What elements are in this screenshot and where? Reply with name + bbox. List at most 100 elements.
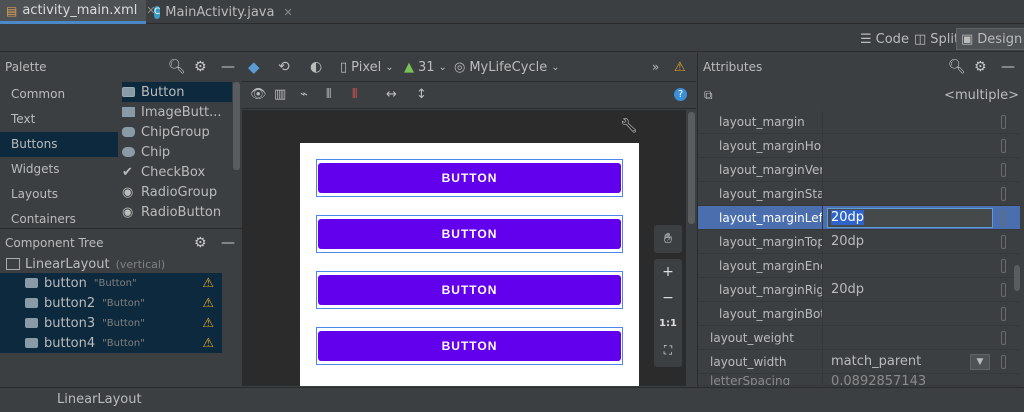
night-mode-icon[interactable]: ◐ — [310, 59, 322, 75]
palette-item-radiogroup[interactable]: ◉ RadioGroup — [122, 182, 232, 202]
palette-scrollbar[interactable] — [233, 82, 240, 170]
palette-item-chip[interactable]: Chip — [122, 142, 232, 162]
zoom-actual-size-button[interactable]: 1:1 — [654, 311, 682, 337]
minimize-icon[interactable]: — — [221, 235, 235, 251]
palette-category-common[interactable]: Common — [0, 82, 118, 107]
palette-category-containers[interactable]: Containers — [0, 207, 118, 227]
zoom-fit-icon[interactable]: ⛶ — [654, 337, 682, 363]
palette-category-layouts[interactable]: Layouts — [0, 182, 118, 207]
theme-dropdown[interactable]: ◎ MyLifeCycle ⌄ — [454, 60, 560, 75]
attr-row[interactable]: layout_marginStart — [698, 182, 1020, 206]
palette-item-chipgroup[interactable]: ChipGroup — [122, 122, 232, 142]
search-icon[interactable]: 🔍︎ — [168, 59, 186, 75]
minimize-icon[interactable]: — — [1001, 59, 1015, 75]
palette-item-checkbox[interactable]: ✔ CheckBox — [122, 162, 232, 182]
pin-icon[interactable] — [1001, 258, 1006, 273]
pan-tool-button[interactable]: ✋︎ — [654, 225, 682, 253]
autoconnect-off-icon[interactable]: ⌁ — [300, 87, 308, 102]
overflow-icon[interactable]: » — [652, 60, 659, 74]
horizontal-guideline-icon[interactable]: ↔ — [386, 87, 397, 102]
gear-icon[interactable]: ⚙ — [194, 235, 207, 251]
button-bounds[interactable]: BUTTON — [316, 215, 623, 253]
gear-icon[interactable]: ⚙ — [194, 59, 207, 75]
attr-row[interactable]: layout_marginBott... — [698, 302, 1020, 326]
wrench-icon[interactable]: 🔧︎ — [620, 118, 638, 134]
pin-icon[interactable] — [1001, 234, 1006, 249]
tree-row-button[interactable]: button "Button" ⚠ — [0, 273, 222, 293]
tree-row-button2[interactable]: button2 "Button" ⚠ — [0, 293, 222, 313]
pin-icon[interactable] — [1001, 282, 1006, 297]
preview-button-1[interactable]: BUTTON — [318, 163, 621, 193]
palette-category-widgets[interactable]: Widgets — [0, 157, 118, 182]
orientation-icon[interactable]: ⟲ — [278, 59, 290, 75]
attr-row[interactable]: letterSpacing 0.0892857143 — [698, 374, 1020, 386]
phone-preview[interactable]: BUTTON BUTTON BUTTON BUTTON — [300, 143, 639, 386]
help-icon[interactable]: ? — [674, 88, 687, 101]
palette-category-buttons[interactable]: Buttons — [0, 132, 118, 157]
attr-value-input[interactable]: 20dp — [827, 207, 993, 228]
pin-icon[interactable] — [1001, 114, 1006, 129]
preview-button-3[interactable]: BUTTON — [318, 275, 621, 305]
warning-icon[interactable]: ⚠ — [202, 316, 214, 331]
tree-row-button4[interactable]: button4 "Button" ⚠ — [0, 333, 222, 353]
eye-icon[interactable]: 👁︎ — [250, 87, 267, 102]
pin-icon[interactable] — [1001, 330, 1006, 345]
attr-row[interactable]: layout_marginTop 20dp — [698, 230, 1020, 254]
attr-value[interactable]: match_parent — [823, 354, 921, 369]
attributes-scrollbar[interactable] — [1014, 265, 1020, 291]
warning-icon[interactable]: ⚠ — [202, 296, 214, 311]
palette-item-imagebutton[interactable]: ImageButt... — [122, 102, 232, 122]
attr-row[interactable]: layout_marginRight20dp — [698, 278, 1020, 302]
palette-item-button[interactable]: Button — [122, 82, 232, 102]
close-icon[interactable]: ✕ — [283, 6, 292, 19]
attr-row-selected[interactable]: layout_marginLeft 20dp — [698, 206, 1020, 230]
preview-button-2[interactable]: BUTTON — [318, 219, 621, 249]
palette-category-text[interactable]: Text — [0, 107, 118, 132]
pin-icon[interactable] — [1001, 306, 1006, 321]
button-bounds[interactable]: BUTTON — [316, 159, 623, 197]
pin-icon[interactable] — [1001, 354, 1006, 369]
zoom-out-icon[interactable]: − — [654, 285, 682, 311]
canvas-scrollbar[interactable] — [687, 110, 696, 386]
attr-row[interactable]: layout_weight — [698, 326, 1020, 350]
default-margins-icon[interactable]: ⫴ — [326, 87, 331, 102]
clear-constraints-icon[interactable]: ⫴ — [352, 87, 357, 102]
search-icon[interactable]: 🔍︎ — [948, 59, 966, 75]
vertical-guideline-icon[interactable]: ↕ — [416, 87, 427, 102]
api-dropdown[interactable]: ▲ 31 ⌄ — [404, 60, 447, 75]
attr-row[interactable]: layout_marginEnd — [698, 254, 1020, 278]
warning-icon[interactable]: ⚠ — [202, 336, 214, 351]
gear-icon[interactable]: ⚙ — [974, 59, 987, 75]
warning-icon[interactable]: ⚠ — [674, 60, 686, 75]
minimize-icon[interactable]: — — [221, 59, 235, 75]
attr-value[interactable]: 0.0892857143 — [823, 374, 926, 385]
pin-icon[interactable] — [1001, 138, 1006, 153]
tab-main-activity[interactable]: C MainActivity.java ✕ — [148, 0, 294, 24]
warning-icon[interactable]: ⚠ — [202, 276, 214, 291]
attr-row[interactable]: layout_marginVert... — [698, 158, 1020, 182]
tree-row-button3[interactable]: button3 "Button" ⚠ — [0, 313, 222, 333]
pin-icon[interactable] — [1001, 162, 1006, 177]
design-view-button[interactable]: ▣ Design — [956, 28, 1024, 50]
tree-row-linearlayout[interactable]: LinearLayout (vertical) — [0, 254, 222, 274]
attr-value[interactable]: 20dp — [823, 282, 864, 297]
button-bounds[interactable]: BUTTON — [316, 327, 623, 365]
palette-item-radiobutton[interactable]: ◉ RadioButton — [122, 203, 232, 221]
attr-row[interactable]: layout_marginHori... — [698, 134, 1020, 158]
preview-button-4[interactable]: BUTTON — [318, 331, 621, 361]
attr-row[interactable]: layout_margin — [698, 110, 1020, 134]
layers-icon[interactable]: ◆ — [248, 58, 260, 76]
pin-icon[interactable] — [1001, 186, 1006, 201]
scrollbar-thumb[interactable] — [688, 112, 695, 224]
zoom-in-icon[interactable]: + — [654, 259, 682, 285]
attr-row[interactable]: layout_width match_parent ▼ — [698, 350, 1020, 374]
code-view-button[interactable]: ☰ Code — [856, 28, 913, 50]
button-bounds[interactable]: BUTTON — [316, 271, 623, 309]
device-dropdown[interactable]: ▯ Pixel ⌄ — [340, 60, 394, 75]
attr-value[interactable]: 20dp — [823, 234, 864, 249]
pin-icon[interactable] — [1001, 210, 1006, 225]
chevron-down-icon[interactable]: ▼ — [970, 353, 990, 370]
breadcrumb[interactable]: LinearLayout — [57, 392, 142, 407]
tab-activity-main[interactable]: ▤ activity_main.xml ✕ — [0, 0, 156, 24]
blueprint-icon[interactable]: ▥ — [274, 87, 286, 102]
